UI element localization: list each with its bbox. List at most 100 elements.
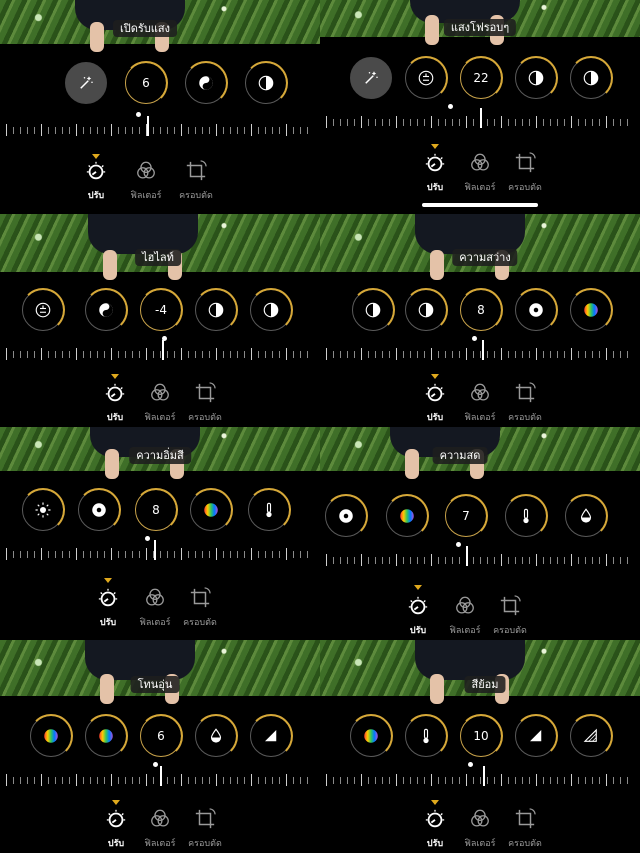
adjustment-button[interactable]: [84, 714, 128, 758]
tab-filters[interactable]: ฟิลเตอร์: [455, 382, 505, 424]
value-slider[interactable]: [320, 542, 640, 568]
adjustment-button[interactable]: [77, 488, 121, 532]
editor-panel-warmth: โทนอุ่น 6 ปรับ ฟิลเตอร์ ครอบตัด: [0, 640, 320, 853]
adjustment-button[interactable]: [249, 714, 293, 758]
tab-filters[interactable]: ฟิลเตอร์: [455, 152, 505, 194]
filters-icon: [471, 153, 489, 171]
value-slider[interactable]: [320, 336, 640, 362]
adjustment-button[interactable]: [65, 62, 107, 104]
adjustment-button[interactable]: [569, 714, 613, 758]
adjustment-button[interactable]: [564, 494, 608, 538]
home-indicator[interactable]: [422, 203, 538, 207]
adjustment-button[interactable]: [247, 488, 291, 532]
adjustment-button[interactable]: [194, 714, 238, 758]
slider-tick: [153, 351, 154, 358]
tab-crop[interactable]: ครอบตัด: [500, 808, 550, 850]
bottom-tab-bar: ปรับ ฟิลเตอร์ ครอบตัด: [0, 160, 320, 204]
slider-tick: [333, 557, 334, 564]
selected-adjustment-button[interactable]: 10: [459, 714, 503, 758]
tab-filters[interactable]: ฟิลเตอร์: [455, 808, 505, 850]
selected-adjustment-button[interactable]: -4: [139, 288, 183, 332]
slider-tick: [466, 348, 467, 360]
value-slider[interactable]: [0, 336, 320, 362]
adjustment-button[interactable]: [29, 714, 73, 758]
tab-adjust[interactable]: ปรับ: [393, 595, 443, 637]
tab-adjust[interactable]: ปรับ: [91, 808, 141, 850]
selected-adjustment-button[interactable]: 6: [124, 61, 168, 105]
adjustment-button[interactable]: [189, 488, 233, 532]
adjustment-button[interactable]: [324, 494, 368, 538]
slider-tick: [69, 127, 70, 134]
slider-indicator: [483, 766, 485, 786]
tab-crop[interactable]: ครอบตัด: [180, 808, 230, 850]
slider-tick: [139, 777, 140, 784]
value-arc: [21, 288, 65, 332]
selected-adjustment-button[interactable]: 6: [139, 714, 183, 758]
crop-rotate-icon: [190, 587, 211, 608]
adjustment-button[interactable]: [569, 56, 613, 100]
selected-adjustment-button[interactable]: 8: [459, 288, 503, 332]
tab-crop[interactable]: ครอบตัด: [500, 152, 550, 194]
adjustment-button[interactable]: [514, 714, 558, 758]
adjustment-button[interactable]: [249, 288, 293, 332]
adjustment-button[interactable]: [21, 288, 65, 332]
tab-filters[interactable]: ฟิลเตอร์: [135, 382, 185, 424]
slider-tick: [55, 351, 56, 358]
adjustment-button[interactable]: [194, 288, 238, 332]
tab-filters[interactable]: ฟิลเตอร์: [440, 595, 490, 637]
adjustment-button[interactable]: [569, 288, 613, 332]
tab-crop[interactable]: ครอบตัด: [175, 587, 225, 629]
tab-crop[interactable]: ครอบตัด: [180, 382, 230, 424]
adjustment-button[interactable]: [84, 288, 128, 332]
slider-tick: [111, 774, 112, 786]
slider-tick: [139, 127, 140, 134]
tab-label: ปรับ: [106, 413, 124, 423]
value-arc: [84, 288, 128, 332]
adjustment-button[interactable]: [350, 57, 392, 99]
tab-filters[interactable]: ฟิลเตอร์: [135, 808, 185, 850]
slider-zero-dot: [456, 542, 461, 547]
adjustment-button[interactable]: [21, 488, 65, 532]
adjustment-button[interactable]: [514, 288, 558, 332]
selected-adjustment-button[interactable]: 22: [459, 56, 503, 100]
tab-adjust[interactable]: ปรับ: [90, 382, 140, 424]
slider-tick: [515, 351, 516, 358]
adjustment-button[interactable]: [244, 61, 288, 105]
value-slider[interactable]: [0, 536, 320, 562]
selected-adjustment-button[interactable]: 7: [444, 494, 488, 538]
value-arc: [404, 288, 448, 332]
adjustment-button[interactable]: [351, 288, 395, 332]
slider-tick: [382, 557, 383, 564]
tab-crop[interactable]: ครอบตัด: [171, 160, 221, 202]
adjustment-button[interactable]: [349, 714, 393, 758]
value-slider[interactable]: [0, 762, 320, 788]
value-slider[interactable]: [0, 112, 320, 138]
selected-adjustment-button[interactable]: 8: [134, 488, 178, 532]
value-slider[interactable]: [320, 762, 640, 788]
tab-crop[interactable]: ครอบตัด: [485, 595, 535, 637]
tab-adjust[interactable]: ปรับ: [410, 808, 460, 850]
tab-label: ปรับ: [107, 839, 125, 849]
slider-tick: [76, 348, 77, 360]
tab-crop[interactable]: ครอบตัด: [500, 382, 550, 424]
slider-tick: [83, 551, 84, 558]
adjustment-button[interactable]: [504, 494, 548, 538]
tab-adjust[interactable]: ปรับ: [410, 382, 460, 424]
adjustment-button[interactable]: [184, 61, 228, 105]
tab-adjust[interactable]: ปรับ: [410, 152, 460, 194]
slider-tick: [389, 351, 390, 358]
tab-filters[interactable]: ฟิลเตอร์: [130, 587, 180, 629]
adjustment-button[interactable]: [404, 288, 448, 332]
tab-adjust[interactable]: ปรับ: [83, 587, 133, 629]
adjustment-button[interactable]: [404, 56, 448, 100]
slider-tick: [181, 774, 182, 786]
tab-filters[interactable]: ฟิลเตอร์: [121, 160, 171, 202]
adjustment-button[interactable]: [404, 714, 448, 758]
adjustment-button[interactable]: [514, 56, 558, 100]
tab-adjust[interactable]: ปรับ: [71, 160, 121, 202]
value-slider[interactable]: [320, 104, 640, 130]
crop-rotate-icon: [515, 152, 536, 173]
adjustment-button[interactable]: [385, 494, 429, 538]
slider-tick: [571, 348, 572, 360]
slider-tick: [34, 351, 35, 358]
